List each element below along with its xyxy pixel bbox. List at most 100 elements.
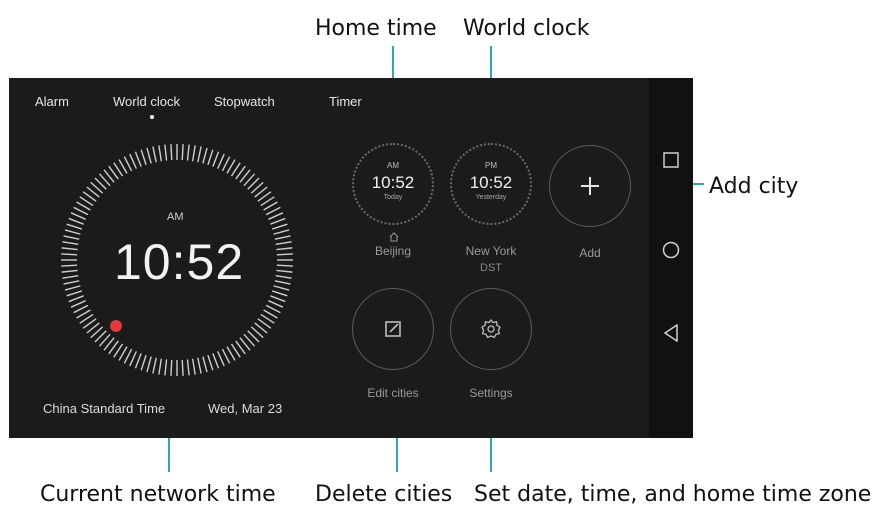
city-day: Today [383,194,403,201]
dial-tick [61,253,78,256]
dial-tick [197,146,202,163]
dial-tick [152,357,157,374]
main-ampm: AM [167,211,184,223]
dial-tick [158,145,163,162]
dial-tick [275,241,292,246]
triangle-back-icon[interactable] [663,324,679,342]
dial-tick [181,359,184,376]
dial-tick [61,264,78,267]
dial-tick [146,356,152,373]
square-icon[interactable] [663,152,679,168]
dial-tick [217,153,225,169]
dial-tick [66,223,83,230]
dial-tick [164,144,168,161]
dial-tick [68,217,84,225]
dial-tick [134,151,142,167]
seconds-marker [110,320,122,332]
dial-tick [221,156,231,172]
edit-cities-label: Edit cities [367,386,419,400]
dial-tick [61,269,78,273]
timezone-label: China Standard Time [43,401,166,416]
dial-tick [70,212,86,220]
edit-icon [385,321,401,337]
dial-tick [191,358,196,375]
city-name-new-york: New York [465,244,517,258]
dial-tick [181,144,184,161]
callout-current-network-time: Current network time [40,482,276,507]
tab-alarm[interactable]: Alarm [35,94,69,109]
plus-icon [581,177,599,195]
dial-tick [68,295,84,303]
city-time: 10:52 [469,173,513,192]
dial-tick [197,357,202,374]
city-name-beijing: Beijing [374,244,412,258]
edit-cities-button[interactable] [352,288,434,370]
dial-tick [146,147,152,164]
dial-tick [129,351,137,367]
dial-tick [271,290,288,297]
dial-tick [134,353,142,369]
dial-tick [64,285,81,291]
dial-tick [273,285,290,291]
dial-tick [202,356,208,373]
callout-set-date-time: Set date, time, and home time zone [474,482,872,507]
home-icon [389,232,399,242]
dial-tick [276,253,293,256]
dial-tick [268,212,284,220]
dial-tick [276,247,293,251]
gear-icon [481,318,501,339]
dial-tick [73,304,89,314]
dial-tick [271,223,288,230]
dial-tick [207,149,214,166]
dial-tick [73,206,89,216]
dial-tick [66,290,83,297]
selected-tab-indicator [150,115,154,119]
callout-delete-cities: Delete cities [315,482,453,507]
dial-tick [268,300,284,308]
settings-label: Settings [469,386,513,400]
dial-tick [129,153,137,169]
dial-tick [217,351,225,367]
dial-tick [62,241,79,246]
dial-tick [212,151,220,167]
dial-tick [275,274,292,279]
add-city-button[interactable] [549,145,631,227]
dial-tick [186,144,190,161]
settings-button[interactable] [450,288,532,370]
dial-tick [64,229,81,235]
dial-tick [70,300,86,308]
dial-tick [186,359,190,376]
tab-world-clock[interactable]: World clock [113,94,180,109]
dial-tick [61,247,78,251]
dial-tick [140,149,147,166]
dial-tick [123,348,133,364]
dial-tick [158,358,163,375]
dial-tick [164,359,168,376]
circle-icon[interactable] [662,241,680,259]
city-day: Yesterday [475,194,507,201]
tab-stopwatch[interactable]: Stopwatch [214,94,275,109]
city-time: 10:52 [371,173,415,192]
add-button-label: Add [579,246,601,260]
callout-home-time: Home time [315,16,437,41]
dial-tick [62,274,79,279]
city-clock-new-york[interactable]: PM 10:52 Yesterday [450,143,532,225]
dial-tick [274,280,291,285]
city-clock-beijing[interactable]: AM 10:52 Today [352,143,434,225]
dial-tick [207,354,214,371]
dial-tick [274,235,291,240]
callout-add-city: Add city [709,174,799,199]
dial-tick [63,280,80,285]
dial-tick [140,354,147,371]
dial-tick [265,304,281,314]
dial-tick [221,348,231,364]
dial-tick [276,269,293,273]
dial-tick [212,353,220,369]
dial-tick [191,145,196,162]
dial-tick [170,144,173,161]
city-ampm: PM [485,161,497,170]
tab-timer[interactable]: Timer [329,94,362,109]
main-time: 10:52 [114,234,245,290]
dial-tick [202,147,208,164]
dial-tick [276,264,293,267]
